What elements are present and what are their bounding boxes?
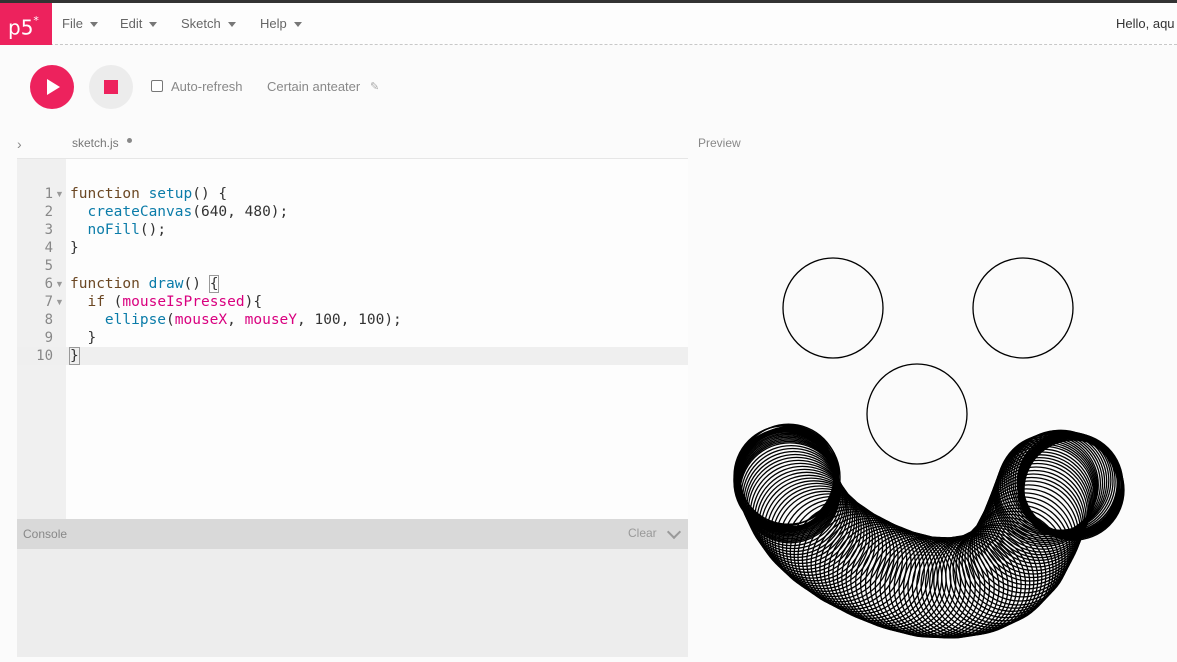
console-label: Console	[23, 527, 68, 541]
fold-arrow-icon[interactable]: ▼	[55, 275, 64, 293]
menu-sketch[interactable]: Sketch	[181, 3, 236, 45]
pencil-icon[interactable]: ✎	[370, 80, 379, 93]
stop-button[interactable]	[89, 65, 133, 109]
code-function: noFill	[87, 222, 140, 238]
line-number: 5	[44, 258, 53, 274]
menu-edit[interactable]: Edit	[120, 3, 158, 45]
code-function: ellipse	[104, 312, 167, 328]
chevron-down-icon	[149, 22, 158, 28]
drawn-circle	[782, 257, 884, 359]
active-line-highlight	[17, 347, 688, 365]
auto-refresh-label[interactable]: Auto-refresh	[171, 79, 243, 94]
fold-arrow-icon[interactable]: ▼	[55, 185, 64, 203]
line-number: 7	[44, 294, 53, 310]
code-editor[interactable]: 1 2 3 4 5 6 7 8 9 10 ▼ ▼ ▼ function setu…	[17, 158, 688, 520]
line-number: 6	[44, 276, 53, 292]
menu-help[interactable]: Help	[260, 3, 302, 45]
user-greeting[interactable]: Hello, aqu	[1116, 3, 1175, 45]
code-line: function setup() {	[70, 186, 228, 202]
chevron-down-icon	[89, 22, 98, 28]
menu-sketch-label: Sketch	[181, 16, 221, 31]
sketch-drawing	[733, 257, 1125, 639]
code-line: }	[69, 347, 80, 365]
drawn-circle	[972, 257, 1074, 359]
line-number: 1	[44, 186, 53, 202]
code-keyword: function	[70, 276, 140, 292]
code-keyword: function	[70, 186, 140, 202]
code-variable: mouseIsPressed	[122, 294, 245, 310]
chevron-down-icon	[227, 22, 236, 28]
smile-circle	[911, 535, 1014, 638]
line-number: 9	[44, 330, 53, 346]
code-variable: mouseY	[244, 312, 298, 328]
auto-refresh-checkbox[interactable]	[151, 80, 163, 92]
code-line: noFill();	[87, 222, 167, 238]
line-number: 10	[36, 348, 53, 364]
chevron-down-icon[interactable]	[666, 524, 682, 540]
top-nav: p5* File Edit Sketch Help Hello, aqu	[0, 3, 1177, 45]
unsaved-indicator	[127, 138, 132, 143]
code-keyword: if	[87, 294, 105, 310]
matched-bracket: }	[69, 347, 80, 365]
project-name[interactable]: Certain anteater	[267, 79, 360, 94]
code-line: }	[70, 240, 79, 256]
code-line: ellipse(mouseX, mouseY, 100, 100);	[104, 312, 402, 328]
code-function: setup	[148, 186, 193, 202]
preview-canvas[interactable]	[698, 160, 1177, 657]
code-function: draw	[148, 276, 184, 292]
fold-arrow-icon[interactable]: ▼	[55, 293, 64, 311]
play-button[interactable]	[30, 65, 74, 109]
line-number: 4	[44, 240, 53, 256]
matched-bracket: {	[208, 275, 220, 293]
code-line: if (mouseIsPressed){	[87, 294, 263, 310]
console-clear-button[interactable]: Clear	[628, 526, 657, 540]
file-tab[interactable]: sketch.js	[72, 136, 119, 150]
menu-file-label: File	[62, 16, 83, 31]
chevron-right-icon[interactable]: ›	[17, 136, 22, 152]
chevron-down-icon	[293, 22, 302, 28]
console-header[interactable]: Console Clear	[17, 519, 688, 549]
preview-label: Preview	[698, 136, 741, 150]
menu-help-label: Help	[260, 16, 287, 31]
line-number: 3	[44, 222, 53, 238]
code-line: }	[70, 330, 97, 346]
p5-logo[interactable]: p5*	[0, 3, 52, 45]
code-line: createCanvas(640, 480);	[87, 204, 289, 220]
menu-edit-label: Edit	[120, 16, 143, 31]
console-output[interactable]	[17, 549, 688, 657]
line-number: 8	[44, 312, 53, 328]
logo-asterisk: *	[33, 14, 39, 27]
code-variable: mouseX	[174, 312, 228, 328]
code-function: createCanvas	[87, 204, 193, 220]
code-line: function draw() {	[70, 275, 220, 293]
line-number: 2	[44, 204, 53, 220]
menu-file[interactable]: File	[62, 3, 98, 45]
logo-text: p5	[8, 15, 34, 40]
drawn-circle	[866, 363, 968, 465]
